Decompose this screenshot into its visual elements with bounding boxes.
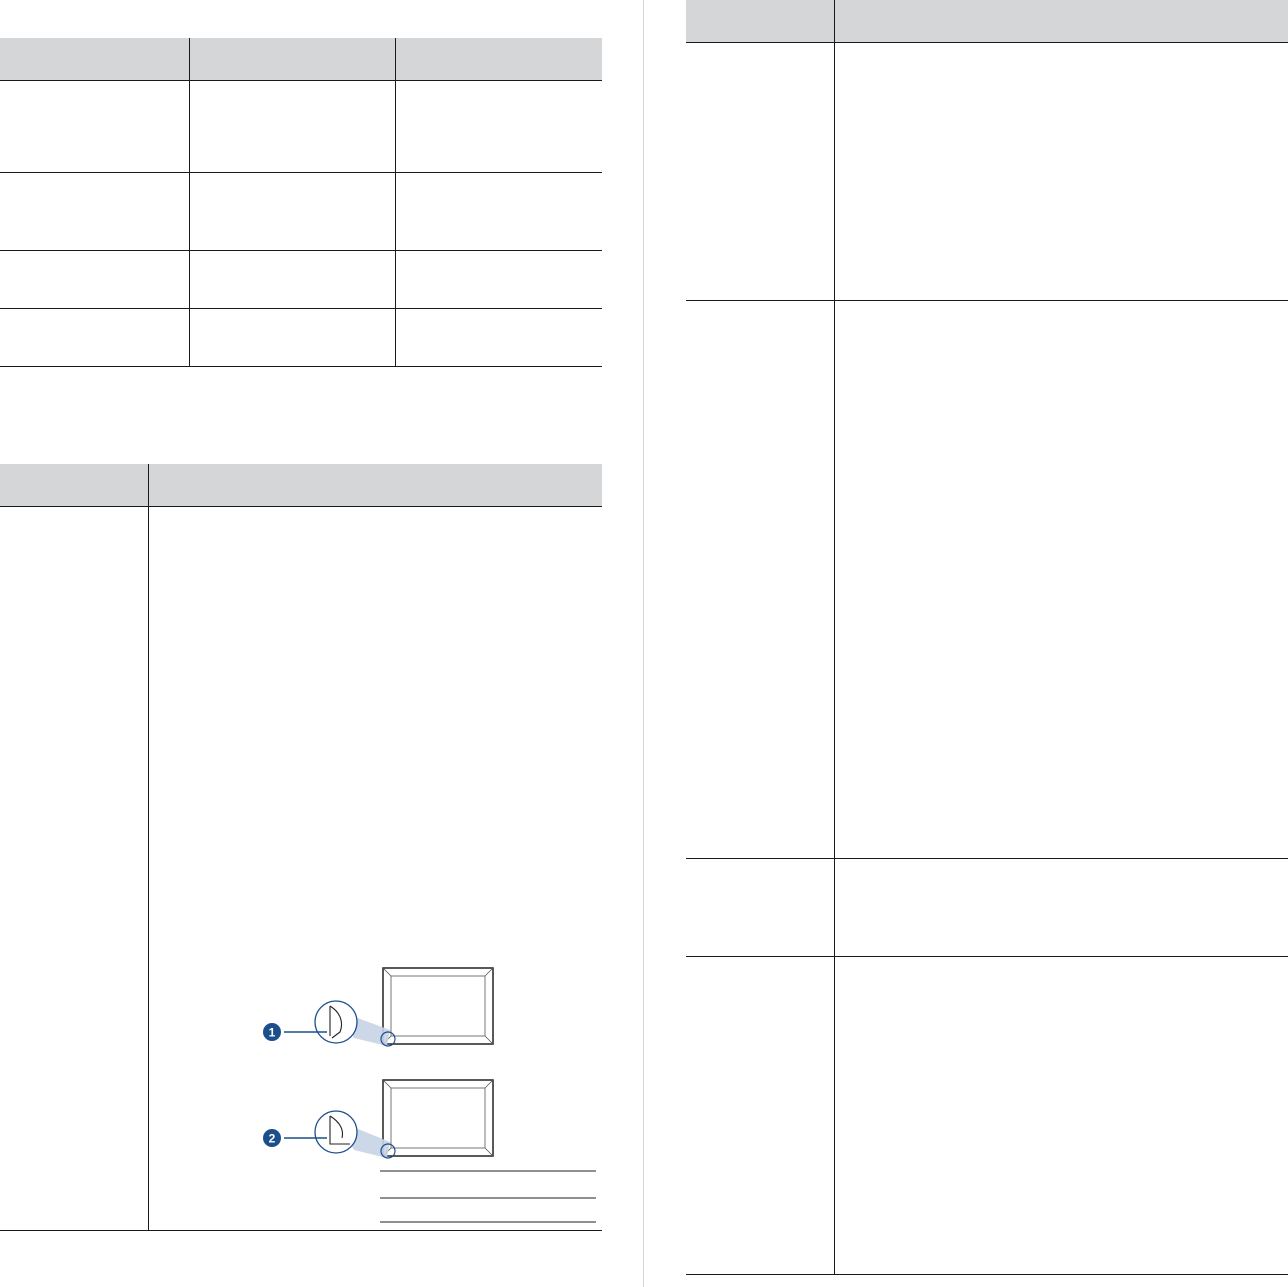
envelope-figure: 1 2	[263, 967, 596, 1223]
right-table-row-rule	[686, 956, 1288, 957]
left-table-col-divider	[395, 38, 396, 366]
right-table-header-rule	[686, 42, 1288, 43]
right-table-col-divider	[834, 0, 835, 1274]
left-table-2-header	[0, 464, 602, 506]
right-table-header	[686, 0, 1288, 42]
svg-text:1: 1	[269, 1026, 276, 1040]
left-table-2-col-divider	[148, 464, 149, 1230]
left-table-bottom-rule	[0, 366, 602, 367]
right-table-bottom-rule	[686, 1274, 1288, 1275]
envelope-1: 1	[263, 967, 494, 1047]
left-table-row-rule	[0, 308, 602, 309]
right-table-row-rule	[686, 858, 1288, 859]
left-table-header	[0, 38, 602, 80]
left-table-row-rule	[0, 172, 602, 173]
left-table-2-header-rule	[0, 506, 602, 507]
left-table-header-rule	[0, 80, 602, 81]
left-table-2-bottom-rule	[0, 1230, 602, 1231]
envelope-2: 2	[263, 1079, 494, 1159]
column-gutter	[643, 0, 644, 1287]
left-table-row-rule	[0, 250, 602, 251]
left-table-col-divider	[189, 38, 190, 366]
svg-text:2: 2	[269, 1132, 276, 1146]
right-table-row-rule	[686, 300, 1288, 301]
